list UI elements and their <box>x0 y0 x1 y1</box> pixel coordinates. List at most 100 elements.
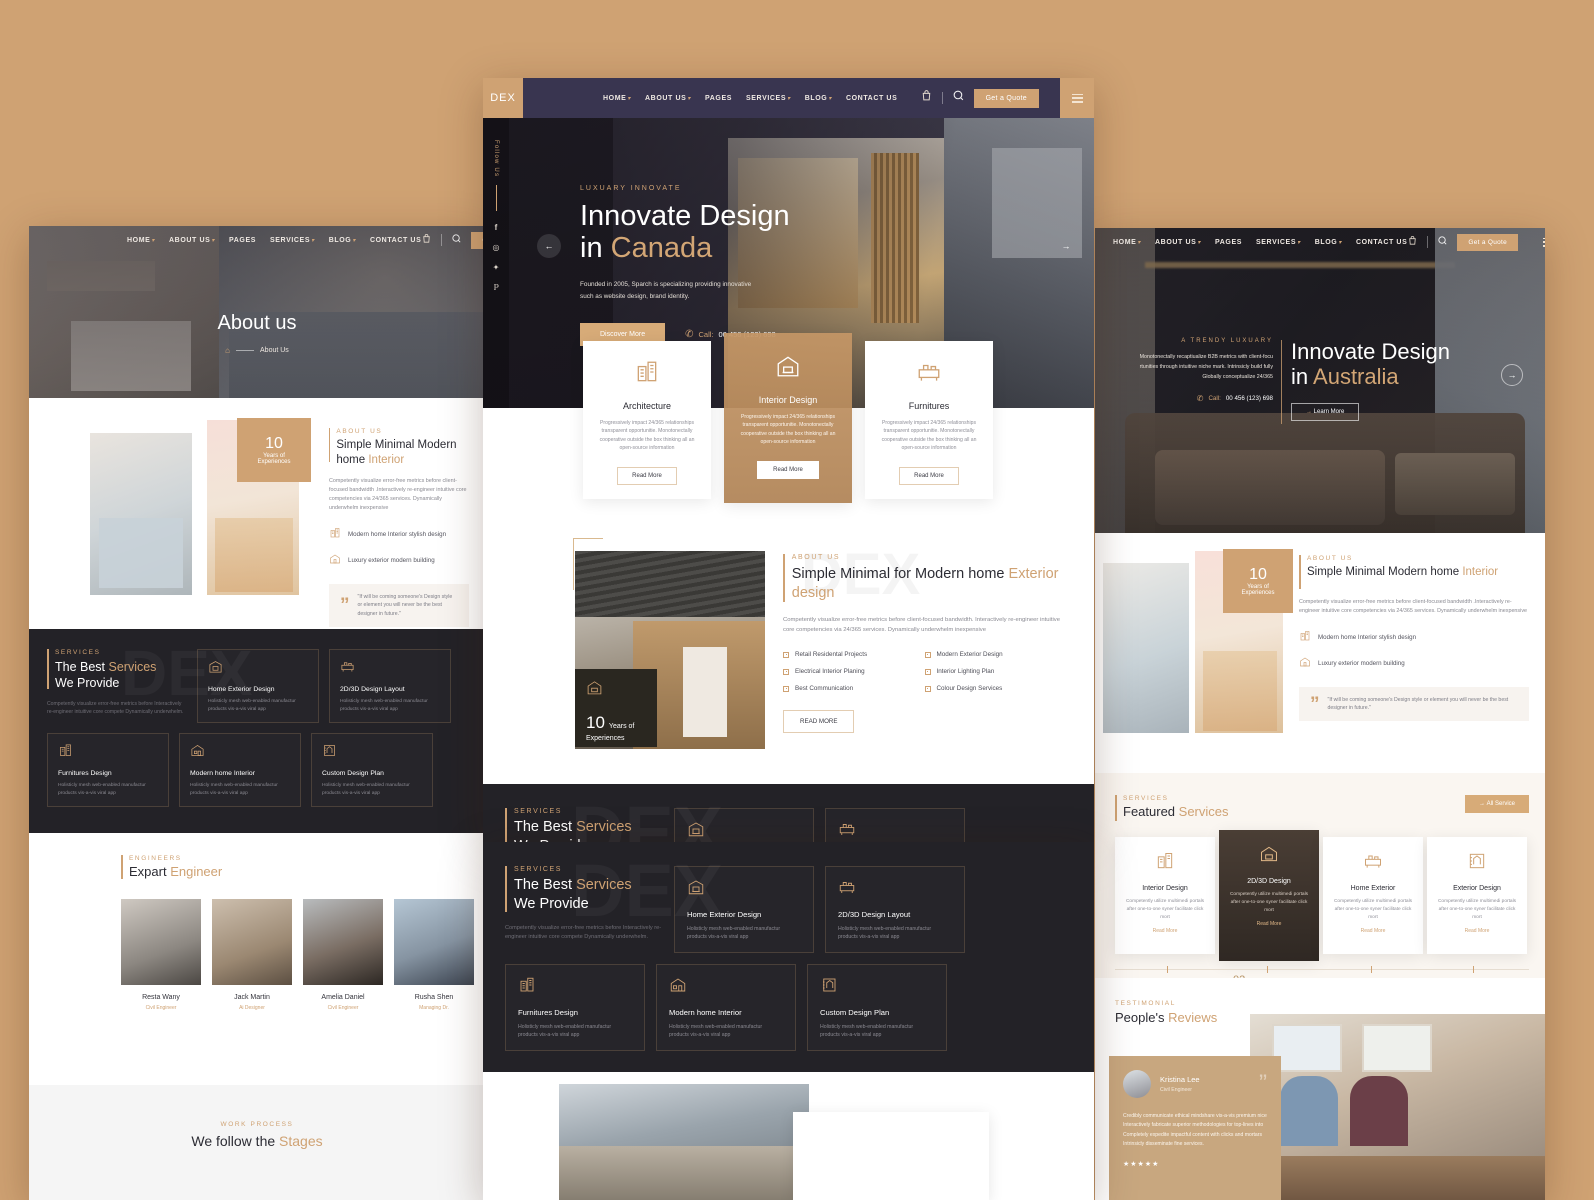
sidebar-item-pages[interactable]: PAGES <box>1215 239 1242 246</box>
arrow-right-icon[interactable]: → <box>1501 364 1523 386</box>
service-card[interactable]: 2D/3D Design Layout Holisticly mesh web-… <box>825 866 965 953</box>
read-more-button[interactable]: Read More <box>757 461 819 479</box>
service-card[interactable]: Modern home Interior Holisticly mesh web… <box>179 733 301 807</box>
sidebar-item-home[interactable]: HOME▾ <box>127 237 155 244</box>
sidebar-item-contact[interactable]: CONTACT US <box>1356 239 1407 246</box>
follow-us-label: Follow Us <box>493 140 499 178</box>
sidebar-item-blog[interactable]: BLOG▾ <box>805 95 832 102</box>
breadcrumb: About Us <box>260 347 289 355</box>
sidebar-item-services[interactable]: SERVICES▾ <box>1256 239 1301 246</box>
sidebar-item-blog[interactable]: BLOG▾ <box>329 237 356 244</box>
get-a-quote-button[interactable]: Get a Quote <box>973 88 1039 108</box>
service-card-title: Home Exterior Design <box>687 910 762 919</box>
sidebar-item-pages[interactable]: PAGES <box>705 95 732 102</box>
about-photo-left-accent <box>99 518 183 588</box>
checklist-item: Electrical Interior Planing <box>795 668 865 676</box>
featured-card-title: Home Exterior <box>1350 885 1396 892</box>
years-badge-line2: Experiences <box>257 459 291 465</box>
arrow-right-icon[interactable]: → <box>1054 234 1078 258</box>
service-card[interactable]: Custom Design Plan Holisticly mesh web-e… <box>807 964 947 1051</box>
sidebar-item-about[interactable]: ABOUT US▾ <box>1155 239 1201 246</box>
team-member-card[interactable]: Resta Wany Civil Engineer <box>121 899 201 1011</box>
all-service-button[interactable]: → All Service <box>1464 795 1529 813</box>
team-member-name: Jack Martin <box>234 994 270 1001</box>
sidebar-item-about[interactable]: ABOUT US▾ <box>645 95 691 102</box>
service-card[interactable]: Furnitures Design Holisticly mesh web-en… <box>505 964 645 1051</box>
service-card[interactable]: Home Exterior Design Holisticly mesh web… <box>674 808 814 842</box>
sidebar-item-contact[interactable]: CONTACT US <box>846 95 897 102</box>
search-icon[interactable] <box>451 231 462 249</box>
shopping-bag-icon[interactable] <box>421 231 432 249</box>
years-badge-number: 10 <box>586 713 605 732</box>
featured-card[interactable]: Home Exterior Competently utilize multim… <box>1323 837 1423 954</box>
search-icon[interactable] <box>952 89 965 107</box>
twitter-icon[interactable]: ✦ <box>493 263 500 272</box>
sidebar-item-home[interactable]: HOME▾ <box>1113 239 1141 246</box>
about-bar <box>329 428 331 462</box>
sidebar-item-services[interactable]: SERVICES▾ <box>270 237 315 244</box>
service-card[interactable]: 2D/3D Design Layout Holisticly mesh web-… <box>329 649 451 723</box>
sidebar-item-services[interactable]: SERVICES▾ <box>746 95 791 102</box>
service-card[interactable]: Home Exterior Design Holisticly mesh web… <box>674 866 814 953</box>
about-paragraph: Competently visualize error-free metrics… <box>1299 599 1528 614</box>
right-hero-para-1: Monotonectally recaptiualize B2B metrics… <box>1139 354 1273 360</box>
furniture-icon <box>838 878 952 901</box>
service-card[interactable]: Modern home Interior Holisticly mesh web… <box>656 964 796 1051</box>
instagram-icon[interactable]: ◎ <box>493 243 500 252</box>
testimonial-author-role: Civil Engineer <box>1160 1087 1193 1093</box>
hamburger-menu-icon[interactable] <box>1543 237 1545 247</box>
about-feature-1: Luxury exterior modern building <box>329 552 469 570</box>
about-title-accent: Interior <box>1462 566 1499 578</box>
read-more-button[interactable]: Read More <box>611 467 677 485</box>
service-card[interactable]: Furnitures Progressively impact 24/365 r… <box>865 341 993 499</box>
hamburger-menu-button[interactable] <box>1060 78 1094 118</box>
featured-card[interactable]: Interior Design Competently utilize mult… <box>1115 837 1215 954</box>
service-card[interactable]: Furnitures Design Holisticly mesh web-en… <box>47 733 169 807</box>
team-member-role: Ai Designer <box>239 1005 265 1011</box>
service-card-desc: Holisticly mesh web-enabled manufactur p… <box>340 699 428 712</box>
phone-icon: ✆ <box>1196 394 1204 404</box>
team-member-role: Managing Dr. <box>419 1005 449 1011</box>
featured-card-active[interactable]: 2D/3D Design Competently utilize multime… <box>1219 830 1319 961</box>
search-icon[interactable] <box>1437 233 1448 251</box>
pinterest-icon[interactable]: ℙ <box>493 283 499 292</box>
sidebar-item-contact[interactable]: CONTACT US <box>370 237 421 244</box>
shopping-bag-icon[interactable] <box>1407 233 1418 251</box>
service-card-active[interactable]: Interior Design Progressively impact 24/… <box>724 333 852 503</box>
read-more-link[interactable]: Read More <box>1124 928 1206 934</box>
read-more-link[interactable]: Read More <box>1436 928 1518 934</box>
sidebar-item-about[interactable]: ABOUT US▾ <box>169 237 215 244</box>
logo[interactable]: DEX <box>483 78 523 118</box>
service-card[interactable]: Custom Design Plan Holisticly mesh web-e… <box>311 733 433 807</box>
sidebar-item-blog[interactable]: BLOG▾ <box>1315 239 1342 246</box>
service-card[interactable]: Home Exterior Design Holisticly mesh web… <box>197 649 319 723</box>
team-member-card[interactable]: Rusha Shen Managing Dr. <box>394 899 474 1011</box>
sidebar-item-pages[interactable]: PAGES <box>229 237 256 244</box>
featured-card[interactable]: Exterior Design Competently utilize mult… <box>1427 837 1527 954</box>
arrow-left-icon[interactable]: ← <box>537 234 561 258</box>
right-featured-section: SERVICES Featured Services → All Service… <box>1095 773 1545 986</box>
home-icon[interactable]: ⌂ <box>225 346 230 355</box>
team-member-card[interactable]: Amelia Daniel Civil Engineer <box>303 899 383 1011</box>
service-card-desc: Holisticly mesh web-enabled manufactur p… <box>687 926 781 941</box>
facebook-icon[interactable]: f <box>495 223 498 232</box>
shopping-bag-icon[interactable] <box>920 89 933 107</box>
sidebar-item-home[interactable]: HOME▾ <box>603 95 631 102</box>
center-hero-title-line2-plain: in <box>580 232 611 265</box>
learn-more-button[interactable]: → Learn More <box>1291 403 1360 422</box>
social-rail-divider <box>495 185 497 212</box>
right-hero-eyebrow: A TRENDY LUXUARY <box>1181 338 1273 344</box>
years-badge-line2: Experiences <box>1241 590 1275 596</box>
buildings-icon <box>595 359 699 390</box>
team-member-card[interactable]: Jack Martin Ai Designer <box>212 899 292 1011</box>
get-a-quote-button[interactable]: Get a Quote <box>1457 233 1519 251</box>
service-card[interactable]: Architecture Progressively impact 24/365… <box>583 341 711 499</box>
read-more-link[interactable]: Read More <box>1228 921 1310 927</box>
read-more-button[interactable]: READ MORE <box>776 710 855 734</box>
center-hero-title: Innovate Design in Canada <box>580 200 974 265</box>
read-more-button[interactable]: Read More <box>893 467 959 485</box>
left-navbar: HOME▾ ABOUT US▾ PAGES SERVICES▾ BLOG▾ CO… <box>29 226 485 254</box>
service-card[interactable]: 2D/3D Design Layout Holisticly mesh web-… <box>825 808 965 842</box>
read-more-link[interactable]: Read More <box>1332 928 1414 934</box>
featured-card-desc: Competently utilize multimedi portals af… <box>1125 899 1205 920</box>
